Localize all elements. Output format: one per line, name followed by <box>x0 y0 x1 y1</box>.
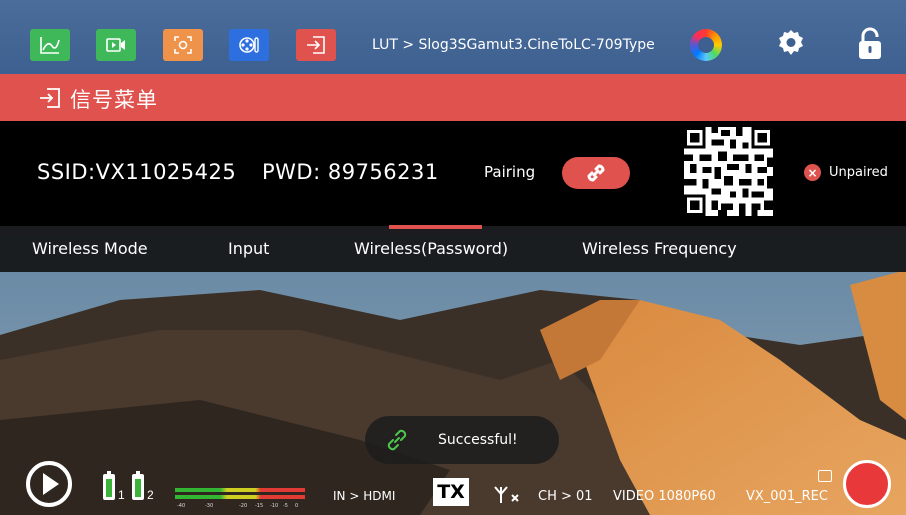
tab-wireless-frequency[interactable]: Wireless Frequency <box>582 239 737 258</box>
meter-tick: 0 <box>295 503 299 509</box>
sd-card-icon <box>818 470 832 482</box>
tab-input[interactable]: Input <box>228 239 269 258</box>
meter-tick: -20 <box>239 503 248 509</box>
meter-tick: -10 <box>270 503 279 509</box>
active-tab-indicator <box>389 225 482 229</box>
waveform-button[interactable] <box>30 29 70 61</box>
pairing-status-label: Unpaired <box>829 165 888 180</box>
toast-message: Successful! <box>438 432 518 448</box>
input-signal-icon <box>40 88 60 108</box>
unlock-icon[interactable] <box>858 27 882 61</box>
battery-1-label: 1 <box>118 488 125 502</box>
input-signal-icon <box>307 36 325 54</box>
battery-2-icon <box>132 471 144 500</box>
page-title: 信号菜单 <box>70 88 158 112</box>
tab-bar: Wireless Mode Input Wireless(Password) W… <box>0 226 906 272</box>
record-button[interactable] <box>843 460 891 508</box>
meter-tick: -30 <box>205 503 214 509</box>
link-icon <box>587 164 605 182</box>
waveform-icon <box>40 37 60 54</box>
battery-1-icon <box>103 471 115 500</box>
audio-meter-scale: -40 -30 -20 -15 -10 -5 0 <box>175 503 305 511</box>
pairing-status: × Unpaired <box>804 164 888 181</box>
gear-icon[interactable] <box>776 28 806 58</box>
input-source-label: IN > HDMI <box>333 489 396 503</box>
meter-tick: -40 <box>177 503 186 509</box>
color-wheel-icon[interactable] <box>690 29 722 61</box>
focus-button[interactable] <box>163 29 203 61</box>
top-toolbar: LUT > Slog3SGamut3.CineToLC-709Type <box>0 0 906 74</box>
recording-name-label: VX_001_REC <box>746 489 828 504</box>
wireless-info-panel: SSID:VX11025425 PWD: 89756231 Pairing × … <box>0 121 906 226</box>
link-icon <box>387 429 407 451</box>
tab-wireless-mode[interactable]: Wireless Mode <box>32 239 148 258</box>
menu-header: 信号菜单 <box>0 74 906 121</box>
battery-2-label: 2 <box>147 488 154 502</box>
pairing-label: Pairing <box>484 163 536 181</box>
film-reel-button[interactable] <box>229 29 269 61</box>
focus-icon <box>174 36 192 54</box>
audio-level-bar-2 <box>175 495 305 499</box>
video-record-icon <box>106 38 125 52</box>
play-button[interactable] <box>26 461 72 507</box>
antenna-disconnected-icon <box>494 486 519 503</box>
meter-tick: -5 <box>283 503 288 509</box>
qr-code <box>684 127 773 216</box>
input-signal-button[interactable] <box>296 29 336 61</box>
film-reel-icon <box>239 37 259 53</box>
meter-tick: -15 <box>255 503 264 509</box>
video-record-button[interactable] <box>96 29 136 61</box>
monitor-screen: LUT > Slog3SGamut3.CineToLC-709Type 信号菜单… <box>0 0 906 515</box>
password-value: PWD: 89756231 <box>262 160 439 184</box>
audio-level-bar-1 <box>175 488 305 492</box>
error-icon: × <box>804 164 821 181</box>
audio-level-meter <box>175 486 305 502</box>
channel-label: CH > 01 <box>538 489 593 504</box>
pairing-button[interactable] <box>562 157 630 189</box>
ssid-value: SSID:VX11025425 <box>37 160 237 184</box>
success-toast: Successful! <box>365 416 559 464</box>
tx-badge: TX <box>433 478 469 506</box>
video-format-label: VIDEO 1080P60 <box>613 489 716 504</box>
tab-wireless-password[interactable]: Wireless(Password) <box>354 239 508 258</box>
lut-label[interactable]: LUT > Slog3SGamut3.CineToLC-709Type <box>372 37 655 53</box>
